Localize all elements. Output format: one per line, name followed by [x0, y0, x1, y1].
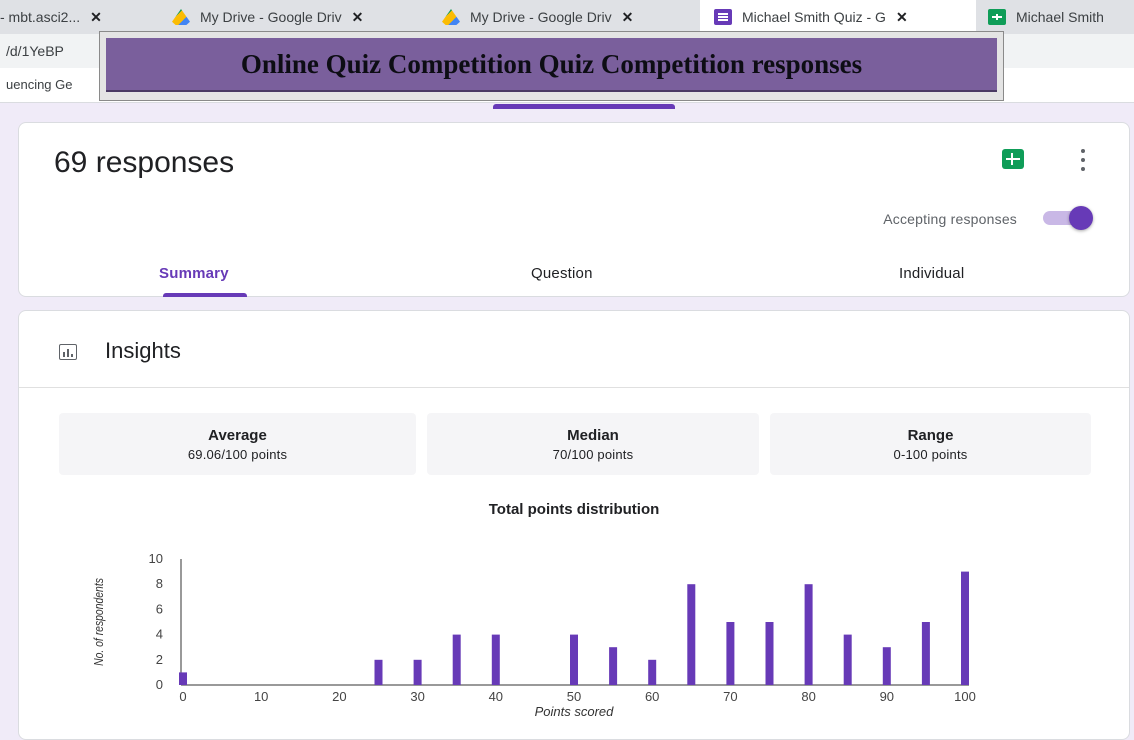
- y-tick-label: 4: [156, 627, 163, 642]
- browser-tab-5[interactable]: Michael Smith: [978, 0, 1134, 34]
- browser-tab-1[interactable]: - mbt.asci2... ✕: [0, 0, 160, 34]
- form-accent-strip: [493, 104, 675, 109]
- tab-question[interactable]: Question: [531, 265, 593, 282]
- x-tick-label: 50: [567, 689, 581, 704]
- responses-header-card: 69 responses Accepting responses Summary…: [18, 122, 1130, 297]
- chart-bar: [570, 634, 578, 685]
- google-sheets-icon[interactable]: [1002, 149, 1024, 169]
- accepting-responses-toggle[interactable]: [1043, 206, 1095, 230]
- close-icon[interactable]: ✕: [90, 9, 102, 26]
- chart-bar: [609, 647, 618, 685]
- chart-bar: [882, 647, 891, 685]
- chart-bar: [491, 634, 500, 685]
- chart-bar: [921, 622, 930, 685]
- x-tick-label: 20: [332, 689, 346, 704]
- google-forms-icon: [714, 9, 732, 25]
- x-tick-label: 80: [801, 689, 815, 704]
- y-tick-label: 2: [156, 652, 163, 667]
- browser-tab-3[interactable]: My Drive - Google Driv ✕: [442, 0, 692, 34]
- accepting-responses-label: Accepting responses: [883, 211, 1017, 227]
- bookmark-item[interactable]: uencing Ge: [6, 77, 73, 92]
- tab-summary[interactable]: Summary: [159, 265, 229, 282]
- chart-bar: [843, 634, 852, 685]
- tab-title: - mbt.asci2...: [0, 9, 81, 25]
- chart-bar: [648, 659, 657, 685]
- points-distribution-chart: 02468100 10 20 30 40 50 60 70 80 90 100Points scor…: [92, 551, 976, 719]
- browser-tab-4[interactable]: Michael Smith Quiz - G ✕: [700, 0, 976, 34]
- chart-bar: [765, 622, 774, 685]
- tab-title: My Drive - Google Driv: [200, 9, 342, 25]
- url-text: /d/1YeBP: [6, 43, 64, 59]
- chart-bar: [804, 584, 813, 685]
- x-tick-label: 30: [410, 689, 424, 704]
- close-icon[interactable]: ✕: [622, 9, 634, 26]
- more-options-icon[interactable]: [1079, 147, 1087, 171]
- google-sheets-icon: [988, 9, 1006, 25]
- x-tick-label: 90: [880, 689, 894, 704]
- close-icon[interactable]: ✕: [896, 9, 908, 26]
- x-tick-label: 10: [254, 689, 268, 704]
- insights-card: Insights Average 69.06/100 points Median…: [18, 310, 1130, 740]
- tab-title: My Drive - Google Driv: [470, 9, 612, 25]
- x-tick-label: 60: [645, 689, 659, 704]
- chart-bar: [413, 659, 422, 685]
- google-drive-icon: [172, 9, 190, 25]
- y-tick-label: 8: [156, 576, 163, 591]
- chart-bar: [961, 571, 969, 685]
- tab-individual[interactable]: Individual: [899, 265, 964, 282]
- y-tick-label: 10: [149, 551, 163, 566]
- y-tick-label: 0: [156, 677, 163, 692]
- close-icon[interactable]: ✕: [352, 9, 364, 26]
- chart-bar: [687, 584, 696, 685]
- tab-title: Michael Smith Quiz - G: [742, 9, 886, 25]
- google-drive-icon: [442, 9, 460, 25]
- y-tick-label: 6: [156, 601, 163, 616]
- chart-bar: [179, 672, 187, 685]
- x-tick-label: 70: [723, 689, 737, 704]
- active-tab-indicator: [163, 293, 247, 297]
- tab-title: Michael Smith: [1016, 9, 1104, 25]
- chart-bar: [726, 622, 735, 685]
- title-banner: Online Quiz Competition Quiz Competition…: [99, 31, 1004, 101]
- y-axis-label: No. of respondents: [92, 578, 106, 666]
- browser-tab-bar: - mbt.asci2... ✕ My Drive - Google Driv …: [0, 0, 1134, 34]
- x-tick-label: 0: [179, 689, 186, 704]
- x-axis-label: Points scored: [535, 704, 615, 719]
- responses-count: 69 responses: [54, 146, 235, 179]
- browser-tab-2[interactable]: My Drive - Google Driv ✕: [172, 0, 417, 34]
- banner-title: Online Quiz Competition Quiz Competition…: [240, 48, 863, 79]
- chart-bar: [374, 659, 383, 685]
- x-tick-label: 40: [489, 689, 503, 704]
- x-tick-label: 100: [954, 689, 976, 704]
- chart-bar: [452, 634, 461, 685]
